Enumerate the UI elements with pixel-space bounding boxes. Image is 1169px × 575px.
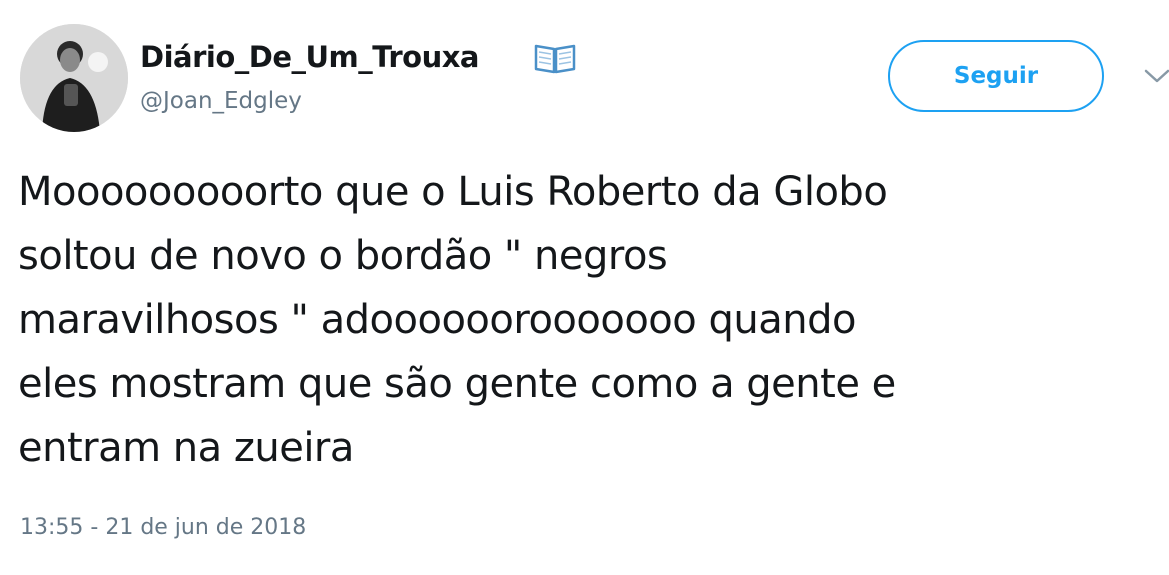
tweet-text-line: Mooooooooorto que o Luis Roberto da Glob…	[18, 169, 888, 215]
tweet-timestamp[interactable]: 13:55 - 21 de jun de 2018	[20, 515, 306, 540]
author-display-name[interactable]: Diário_De_Um_Trouxa	[140, 40, 480, 74]
author-handle[interactable]: @Joan_Edgley	[140, 88, 302, 114]
tweet-text-line: entram na zueira	[18, 425, 354, 471]
chevron-down-icon[interactable]	[1142, 66, 1169, 86]
tweet-text: Mooooooooorto que o Luis Roberto da Glob…	[18, 160, 1163, 480]
tweet-text-line: eles mostram que são gente como a gente …	[18, 361, 896, 407]
tweet-text-line: soltou de novo o bordão " negros	[18, 233, 668, 279]
avatar-image	[20, 24, 128, 132]
tweet-text-line: maravilhosos " adoooooorooooooo quando	[18, 297, 856, 343]
open-book-icon	[534, 44, 576, 74]
avatar[interactable]	[20, 24, 128, 132]
tweet-card: Diário_De_Um_Trouxa @Joan_Edgley Seguir …	[0, 0, 1169, 575]
follow-button[interactable]: Seguir	[888, 40, 1104, 112]
